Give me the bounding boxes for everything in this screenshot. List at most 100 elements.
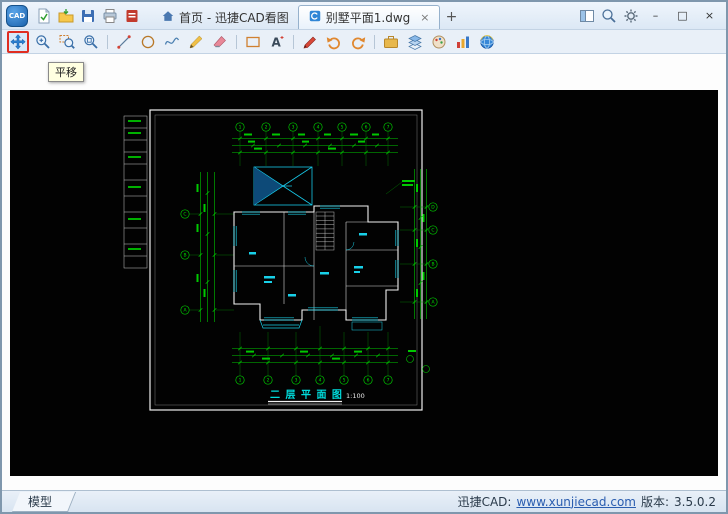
tab-close-icon[interactable]: ×: [420, 11, 429, 24]
status-right: 迅捷CAD: www.xunjiecad.com 版本: 3.5.0.2: [458, 493, 716, 510]
brand-label: 迅捷CAD:: [458, 493, 512, 510]
tools-toolbar: A: [2, 30, 726, 54]
svg-text:7: 7: [387, 125, 390, 131]
settings-gear-icon[interactable]: [621, 6, 641, 26]
svg-text:7: 7: [387, 378, 390, 384]
grid-labels-left: C B A: [183, 212, 187, 314]
close-button[interactable]: ×: [697, 6, 722, 25]
circle-tool[interactable]: [138, 32, 158, 52]
svg-text:B: B: [183, 253, 186, 259]
tab-home-label: 首页 - 迅捷CAD看图: [179, 9, 289, 26]
new-tab-button[interactable]: +: [442, 7, 462, 27]
door-tags: [407, 356, 430, 373]
svg-text:6: 6: [365, 125, 368, 131]
svg-text:5: 5: [343, 378, 346, 384]
grid-bubbles-left: [181, 210, 189, 314]
cad-file-icon: [308, 9, 322, 26]
svg-text:4: 4: [319, 378, 322, 384]
zoom-in-tool[interactable]: [33, 32, 53, 52]
toolbar-separator: [293, 35, 294, 49]
zoom-window-tool[interactable]: [57, 32, 77, 52]
grid-labels-right: D C B A: [431, 205, 435, 306]
grid-bubbles-right: [429, 203, 437, 306]
pan-tooltip: 平移: [48, 62, 84, 82]
website-link[interactable]: www.xunjiecad.com: [516, 495, 636, 509]
svg-text:A: A: [183, 308, 187, 314]
model-tab[interactable]: 模型: [12, 491, 74, 512]
svg-text:A: A: [272, 35, 282, 49]
annotate-tool[interactable]: [300, 32, 320, 52]
svg-text:4: 4: [317, 125, 320, 131]
tab-drawing[interactable]: 别墅平面1.dwg ×: [298, 5, 440, 29]
version-value: 3.5.0.2: [674, 495, 716, 509]
svg-text:3: 3: [295, 378, 298, 384]
dimension-text-marks: [197, 134, 425, 360]
version-label: 版本:: [641, 493, 669, 510]
export-pdf-icon[interactable]: [122, 6, 142, 26]
svg-text:5: 5: [341, 125, 344, 131]
title-table-text: [128, 120, 141, 250]
globe-tool[interactable]: [477, 32, 497, 52]
tab-strip: 首页 - 迅捷CAD看图 别墅平面1.dwg × +: [152, 2, 464, 29]
svg-text:3: 3: [292, 125, 295, 131]
svg-text:A: A: [431, 300, 435, 306]
export-tool[interactable]: [381, 32, 401, 52]
app-logo[interactable]: CAD: [6, 5, 28, 27]
toolbar-separator: [107, 35, 108, 49]
grid-labels-bottom: 1 2 3 4 5 6 7: [239, 378, 390, 384]
drawing-canvas[interactable]: 1 2 3 4 5 6 7 1 2 3 4 5 6 7: [10, 90, 718, 476]
svg-text:1: 1: [239, 378, 242, 384]
measure-line-tool[interactable]: [114, 32, 134, 52]
stats-tool[interactable]: [453, 32, 473, 52]
tab-drawing-label: 别墅平面1.dwg: [326, 9, 411, 26]
title-table: [124, 116, 147, 268]
app-window: CAD 首页 - 迅捷CAD看图: [0, 0, 728, 514]
text-tool[interactable]: A: [267, 32, 287, 52]
svg-text:1: 1: [239, 125, 242, 131]
cad-drawing: 1 2 3 4 5 6 7 1 2 3 4 5 6 7: [10, 90, 718, 476]
new-file-icon[interactable]: [34, 6, 54, 26]
save-icon[interactable]: [78, 6, 98, 26]
redo-button[interactable]: [348, 32, 368, 52]
grid-bubbles-top: [236, 123, 392, 131]
open-file-icon[interactable]: [56, 6, 76, 26]
roof-shade: [254, 167, 282, 205]
home-icon: [161, 9, 175, 26]
svg-text:2: 2: [265, 125, 268, 131]
tab-home[interactable]: 首页 - 迅捷CAD看图: [152, 6, 298, 29]
print-icon[interactable]: [100, 6, 120, 26]
zoom-icon[interactable]: [599, 6, 619, 26]
model-tab-label: 模型: [28, 493, 52, 510]
svg-text:C: C: [431, 228, 434, 234]
dimension-ticks: [199, 137, 429, 365]
statusbar: 模型 迅捷CAD: www.xunjiecad.com 版本: 3.5.0.2: [2, 490, 726, 512]
extension-lines: [189, 131, 429, 376]
sheet-frame: [150, 110, 422, 410]
svg-text:6: 6: [367, 378, 370, 384]
rect-tool[interactable]: [243, 32, 263, 52]
undo-button[interactable]: [324, 32, 344, 52]
eraser-tool[interactable]: [210, 32, 230, 52]
drawing-scale: 1:100: [346, 392, 365, 400]
palette-tool[interactable]: [429, 32, 449, 52]
maximize-button[interactable]: □: [670, 6, 695, 25]
drawing-title-block: 二 层 平 面 图 1:100: [268, 389, 365, 404]
layers-tool[interactable]: [405, 32, 425, 52]
drawing-title: 二 层 平 面 图: [270, 389, 343, 401]
minimize-button[interactable]: –: [643, 6, 668, 25]
svg-text:C: C: [183, 212, 186, 218]
toolbar-separator: [374, 35, 375, 49]
pencil-tool[interactable]: [186, 32, 206, 52]
svg-text:2: 2: [267, 378, 270, 384]
panel-toggle-icon[interactable]: [577, 6, 597, 26]
pan-tool[interactable]: [7, 31, 29, 53]
toolbar-separator: [236, 35, 237, 49]
zoom-extents-tool[interactable]: [81, 32, 101, 52]
svg-text:B: B: [431, 262, 434, 268]
titlebar: CAD 首页 - 迅捷CAD看图: [2, 2, 726, 30]
room-label-marks: [249, 233, 367, 297]
curve-tool[interactable]: [162, 32, 182, 52]
svg-text:D: D: [431, 205, 435, 211]
canvas-area: 1 2 3 4 5 6 7 1 2 3 4 5 6 7: [2, 54, 726, 490]
stair: [316, 212, 334, 250]
